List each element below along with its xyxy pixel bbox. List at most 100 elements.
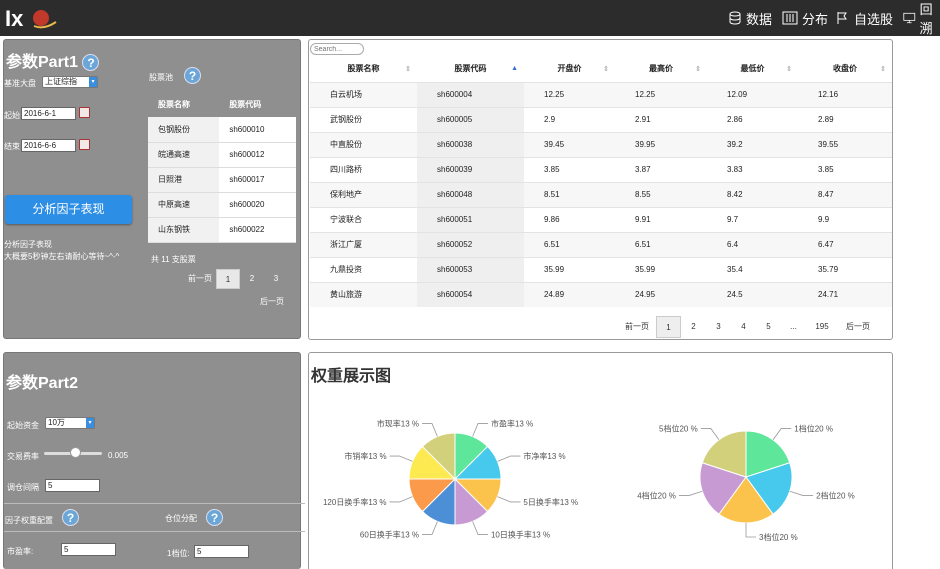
- table-cell: 9.7: [707, 206, 798, 232]
- table-row[interactable]: 包钢股份 sh600010: [148, 117, 296, 143]
- end-date-input[interactable]: 2016-6-6: [21, 139, 76, 152]
- pager-last-page[interactable]: 195: [806, 316, 838, 338]
- pool-page-3[interactable]: 3: [264, 269, 288, 289]
- table-cell: 24.71: [798, 281, 892, 307]
- sort-asc-icon: ▲: [511, 65, 518, 72]
- pie-slice-label: 5档位20 %: [659, 423, 698, 433]
- table-cell: 6.47: [798, 231, 892, 257]
- table-cell: sh600005: [417, 106, 524, 132]
- factor-weight-label: 因子权重配置: [5, 516, 53, 525]
- pool-prev[interactable]: 前一页: [184, 269, 216, 289]
- nav-watchlist[interactable]: 自选股: [836, 0, 893, 36]
- nav-data-label: 数据: [746, 11, 773, 27]
- table-header-row: 股票名称 股票代码: [148, 92, 296, 117]
- benchmark-select[interactable]: 上证综指 ▾: [42, 76, 98, 88]
- pool-page-2[interactable]: 2: [240, 269, 264, 289]
- column-header[interactable]: 股票名称 ⇕: [310, 56, 417, 82]
- column-header[interactable]: 最高价 ⇕: [615, 56, 707, 82]
- nav-distribution[interactable]: 分布: [782, 0, 828, 36]
- table-row[interactable]: 保利地产 sh600048 8.51 8.55 8.42 8.47: [310, 181, 892, 207]
- pager-prev[interactable]: 前一页: [618, 316, 656, 338]
- analyze-factor-button[interactable]: 分析因子表现: [5, 195, 132, 224]
- nav-watchlist-label: 自选股: [854, 11, 894, 27]
- table-row[interactable]: 武钢股份 sh600005 2.9 2.91 2.86 2.89: [310, 106, 892, 132]
- factor-help-icon[interactable]: ?: [62, 509, 79, 526]
- table-cell: 39.55: [798, 131, 892, 157]
- pager-page-4[interactable]: 4: [731, 316, 756, 338]
- monitor-icon: [903, 12, 916, 24]
- table-cell: 浙江广厦: [310, 231, 417, 257]
- column-header[interactable]: 股票代码: [219, 92, 296, 117]
- table-row[interactable]: 中原高速 sh600020: [148, 192, 296, 218]
- stock-rows: 白云机场 sh600004 12.25 12.25 12.09 12.16 武钢股份 sh60…: [310, 81, 892, 307]
- table-cell: sh600038: [417, 131, 524, 157]
- column-header[interactable]: 收盘价 ⇕: [798, 56, 892, 82]
- pie-label-line: [678, 490, 703, 496]
- fee-slider-handle[interactable]: [70, 447, 81, 458]
- table-row[interactable]: 皖通高速 sh600012: [148, 142, 296, 168]
- table-row[interactable]: 中直股份 sh600038 39.45 39.95 39.2 39.55: [310, 131, 892, 157]
- column-header[interactable]: 最低价 ⇕: [707, 56, 798, 82]
- table-row[interactable]: 山东钢铁 sh600022: [148, 217, 296, 243]
- calendar-icon[interactable]: [79, 139, 90, 150]
- pie-label-line: [497, 455, 521, 462]
- table-row[interactable]: 白云机场 sh600004 12.25 12.25 12.09 12.16: [310, 81, 892, 107]
- pager-page-1[interactable]: 1: [656, 316, 681, 338]
- table-cell: sh600020: [219, 192, 296, 218]
- column-header[interactable]: 开盘价 ⇕: [524, 56, 615, 82]
- table-cell: sh600054: [417, 281, 524, 307]
- table-row[interactable]: 黄山旅游 sh600054 24.89 24.95 24.5 24.71: [310, 281, 892, 307]
- pie-slice-label: 市销率13 %: [344, 451, 386, 461]
- nav-backtest[interactable]: 回溯: [903, 0, 940, 36]
- table-cell: sh600010: [219, 117, 296, 143]
- pie-slice-label: 市现率13 %: [377, 419, 419, 429]
- table-row[interactable]: 宁波联合 sh600051 9.86 9.91 9.7 9.9: [310, 206, 892, 232]
- position-label: 仓位分配: [165, 514, 197, 523]
- sort-icon: ⇕: [603, 66, 609, 73]
- capital-label: 起始资金: [7, 421, 39, 430]
- capital-select[interactable]: 10万 ▾: [45, 417, 95, 429]
- pe-label: 市盈率:: [7, 547, 34, 556]
- table-cell: sh600048: [417, 181, 524, 207]
- column-header[interactable]: 股票代码 ▲: [417, 56, 524, 82]
- header-name: 股票名称: [347, 64, 380, 74]
- pos1-input[interactable]: 5: [194, 545, 249, 558]
- pool-page-1[interactable]: 1: [216, 269, 240, 289]
- pie-label-line: [789, 490, 814, 496]
- pie-slice-label: 60日换手率13 %: [360, 529, 419, 539]
- table-cell: sh600052: [417, 231, 524, 257]
- params-part2-panel: 参数Part2 起始资金 10万 ▾ 交易费率 0.005 调仓间隔 5 因子权…: [3, 352, 305, 569]
- calendar-icon[interactable]: [79, 107, 90, 118]
- column-header[interactable]: 股票名称: [148, 92, 219, 117]
- search-input[interactable]: [310, 43, 364, 55]
- rebalance-input[interactable]: 5: [45, 479, 100, 492]
- nav-data[interactable]: 数据: [728, 0, 772, 36]
- pager-page-2[interactable]: 2: [681, 316, 706, 338]
- table-cell: 9.9: [798, 206, 892, 232]
- pie-slice-label: 1档位20 %: [794, 423, 833, 433]
- table-row[interactable]: 浙江广厦 sh600052 6.51 6.51 6.4 6.47: [310, 231, 892, 257]
- flag-icon: [837, 12, 847, 24]
- end-label: 结束: [4, 142, 20, 151]
- table-row[interactable]: 四川路桥 sh600039 3.85 3.87 3.83 3.85: [310, 156, 892, 182]
- table-cell: sh600053: [417, 256, 524, 282]
- help-icon[interactable]: ?: [82, 54, 100, 71]
- table-cell: sh600039: [417, 156, 524, 182]
- table-row[interactable]: 九鼎投资 sh600053 35.99 35.99 35.4 35.79: [310, 256, 892, 282]
- table-cell: 3.85: [798, 156, 892, 182]
- select-arrow-icon: ▾: [89, 77, 97, 87]
- pie-label-line: [472, 423, 488, 437]
- pool-next[interactable]: 后一页: [260, 296, 284, 307]
- table-cell: 35.99: [615, 256, 707, 282]
- table-cell: 12.25: [524, 81, 615, 107]
- pool-help-icon[interactable]: ?: [184, 67, 201, 84]
- pager-page-3[interactable]: 3: [706, 316, 731, 338]
- table-row[interactable]: 日照港 sh600017: [148, 167, 296, 193]
- pager-page-5[interactable]: 5: [756, 316, 781, 338]
- position-help-icon[interactable]: ?: [206, 509, 223, 526]
- pager-next[interactable]: 后一页: [838, 316, 878, 338]
- start-date-input[interactable]: 2016-6-1: [21, 107, 76, 120]
- table-cell: 山东钢铁: [148, 217, 220, 243]
- part1-title: 参数Part1 ?: [6, 48, 100, 72]
- pe-weight-input[interactable]: 5: [61, 543, 116, 556]
